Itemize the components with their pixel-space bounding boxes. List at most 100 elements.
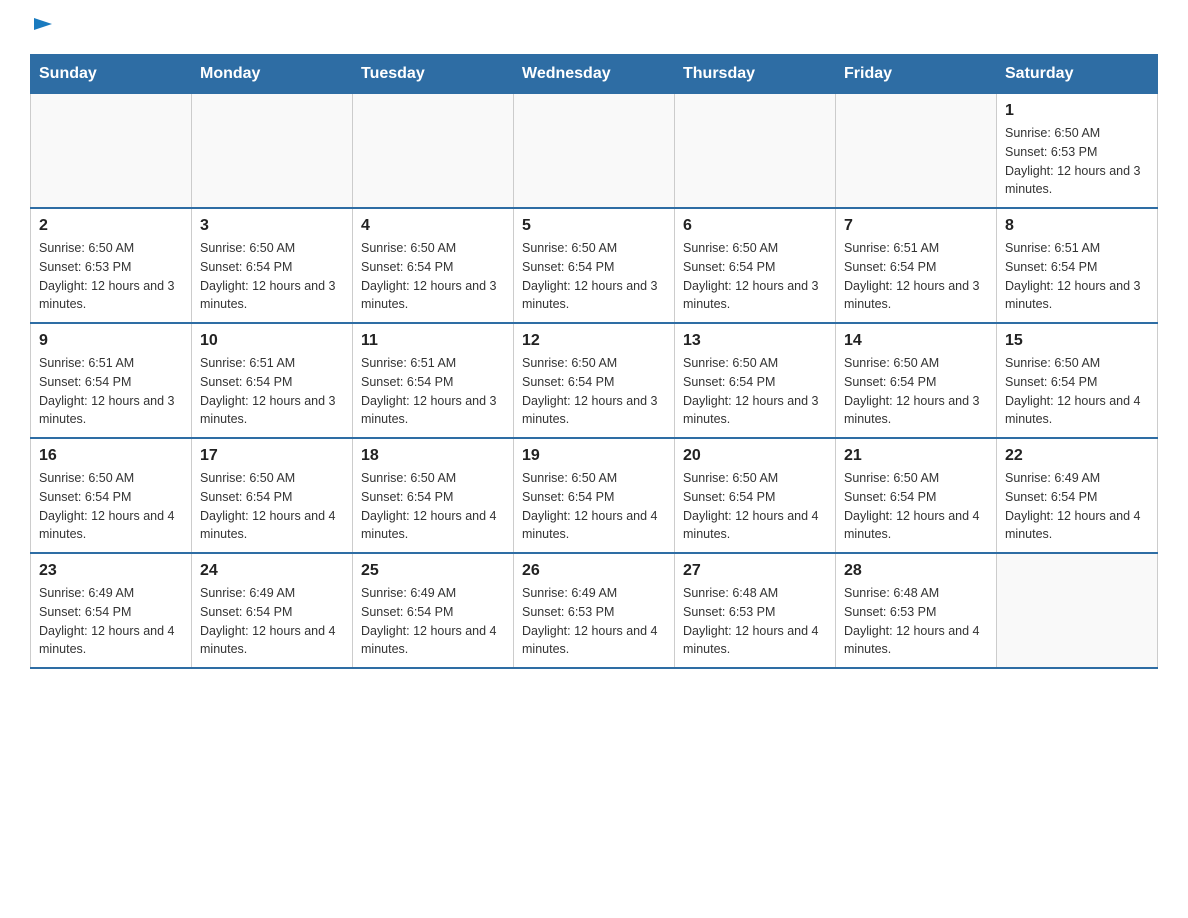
week-row-3: 9 Sunrise: 6:51 AMSunset: 6:54 PMDaylight… (31, 323, 1158, 438)
day-number: 27 (683, 562, 827, 580)
day-number: 21 (844, 447, 988, 465)
calendar-cell: 27 Sunrise: 6:48 AMSunset: 6:53 PMDayligh… (675, 553, 836, 668)
calendar-cell (836, 94, 997, 209)
day-number: 19 (522, 447, 666, 465)
calendar-cell: 12 Sunrise: 6:50 AMSunset: 6:54 PMDayligh… (514, 323, 675, 438)
week-row-5: 23 Sunrise: 6:49 AMSunset: 6:54 PMDayligh… (31, 553, 1158, 668)
day-info: Sunrise: 6:49 AMSunset: 6:54 PMDaylight:… (200, 584, 344, 659)
day-number: 11 (361, 332, 505, 350)
day-info: Sunrise: 6:50 AMSunset: 6:54 PMDaylight:… (200, 239, 344, 314)
calendar-body: 1 Sunrise: 6:50 AMSunset: 6:53 PMDaylight… (31, 94, 1158, 669)
day-info: Sunrise: 6:49 AMSunset: 6:54 PMDaylight:… (361, 584, 505, 659)
calendar-header: SundayMondayTuesdayWednesdayThursdayFrid… (31, 55, 1158, 94)
day-number: 8 (1005, 217, 1149, 235)
calendar-cell: 4Sunrise: 6:50 AMSunset: 6:54 PMDaylight… (353, 208, 514, 323)
calendar-cell (675, 94, 836, 209)
day-number: 10 (200, 332, 344, 350)
day-info: Sunrise: 6:48 AMSunset: 6:53 PMDaylight:… (844, 584, 988, 659)
calendar-cell (514, 94, 675, 209)
day-of-week-monday: Monday (192, 55, 353, 94)
day-number: 2 (39, 217, 183, 235)
calendar-cell: 7 Sunrise: 6:51 AMSunset: 6:54 PMDaylight… (836, 208, 997, 323)
day-number: 28 (844, 562, 988, 580)
calendar-cell: 23 Sunrise: 6:49 AMSunset: 6:54 PMDayligh… (31, 553, 192, 668)
day-info: Sunrise: 6:50 AMSunset: 6:54 PMDaylight:… (844, 469, 988, 544)
logo (30, 20, 54, 34)
day-info: Sunrise: 6:50 AMSunset: 6:53 PMDaylight:… (39, 239, 183, 314)
day-number: 22 (1005, 447, 1149, 465)
calendar-table: SundayMondayTuesdayWednesdayThursdayFrid… (30, 54, 1158, 669)
day-number: 14 (844, 332, 988, 350)
day-number: 1 (1005, 102, 1149, 120)
day-info: Sunrise: 6:51 AMSunset: 6:54 PMDaylight:… (39, 354, 183, 429)
day-info: Sunrise: 6:51 AMSunset: 6:54 PMDaylight:… (1005, 239, 1149, 314)
day-info: Sunrise: 6:49 AMSunset: 6:54 PMDaylight:… (1005, 469, 1149, 544)
calendar-cell: 3 Sunrise: 6:50 AMSunset: 6:54 PMDaylight… (192, 208, 353, 323)
day-number: 5 (522, 217, 666, 235)
calendar-cell: 21 Sunrise: 6:50 AMSunset: 6:54 PMDayligh… (836, 438, 997, 553)
calendar-cell (997, 553, 1158, 668)
calendar-cell: 24 Sunrise: 6:49 AMSunset: 6:54 PMDayligh… (192, 553, 353, 668)
calendar-cell: 5Sunrise: 6:50 AMSunset: 6:54 PMDaylight… (514, 208, 675, 323)
day-info: Sunrise: 6:51 AMSunset: 6:54 PMDaylight:… (200, 354, 344, 429)
day-info: Sunrise: 6:50 AMSunset: 6:54 PMDaylight:… (683, 239, 827, 314)
day-info: Sunrise: 6:49 AMSunset: 6:53 PMDaylight:… (522, 584, 666, 659)
calendar-cell: 22 Sunrise: 6:49 AMSunset: 6:54 PMDayligh… (997, 438, 1158, 553)
day-number: 6 (683, 217, 827, 235)
day-number: 23 (39, 562, 183, 580)
week-row-1: 1 Sunrise: 6:50 AMSunset: 6:53 PMDaylight… (31, 94, 1158, 209)
day-of-week-wednesday: Wednesday (514, 55, 675, 94)
day-number: 15 (1005, 332, 1149, 350)
day-info: Sunrise: 6:48 AMSunset: 6:53 PMDaylight:… (683, 584, 827, 659)
day-number: 17 (200, 447, 344, 465)
week-row-4: 16 Sunrise: 6:50 AMSunset: 6:54 PMDayligh… (31, 438, 1158, 553)
day-of-week-saturday: Saturday (997, 55, 1158, 94)
calendar-cell: 25 Sunrise: 6:49 AMSunset: 6:54 PMDayligh… (353, 553, 514, 668)
calendar-cell: 14 Sunrise: 6:50 AMSunset: 6:54 PMDayligh… (836, 323, 997, 438)
day-number: 26 (522, 562, 666, 580)
day-info: Sunrise: 6:49 AMSunset: 6:54 PMDaylight:… (39, 584, 183, 659)
day-of-week-thursday: Thursday (675, 55, 836, 94)
week-row-2: 2 Sunrise: 6:50 AMSunset: 6:53 PMDaylight… (31, 208, 1158, 323)
calendar-cell: 28 Sunrise: 6:48 AMSunset: 6:53 PMDayligh… (836, 553, 997, 668)
calendar-cell: 9 Sunrise: 6:51 AMSunset: 6:54 PMDaylight… (31, 323, 192, 438)
calendar-cell (192, 94, 353, 209)
calendar-cell: 26 Sunrise: 6:49 AMSunset: 6:53 PMDayligh… (514, 553, 675, 668)
day-number: 16 (39, 447, 183, 465)
day-of-week-tuesday: Tuesday (353, 55, 514, 94)
calendar-cell (31, 94, 192, 209)
day-info: Sunrise: 6:51 AMSunset: 6:54 PMDaylight:… (844, 239, 988, 314)
day-info: Sunrise: 6:50 AMSunset: 6:54 PMDaylight:… (844, 354, 988, 429)
calendar-cell: 19 Sunrise: 6:50 AMSunset: 6:54 PMDayligh… (514, 438, 675, 553)
day-info: Sunrise: 6:50 AMSunset: 6:54 PMDaylight:… (522, 354, 666, 429)
calendar-cell: 18Sunrise: 6:50 AMSunset: 6:54 PMDayligh… (353, 438, 514, 553)
page-header (30, 20, 1158, 34)
calendar-cell: 15 Sunrise: 6:50 AMSunset: 6:54 PMDayligh… (997, 323, 1158, 438)
day-info: Sunrise: 6:51 AMSunset: 6:54 PMDaylight:… (361, 354, 505, 429)
day-number: 3 (200, 217, 344, 235)
day-number: 24 (200, 562, 344, 580)
day-number: 9 (39, 332, 183, 350)
day-number: 18 (361, 447, 505, 465)
calendar-cell: 16 Sunrise: 6:50 AMSunset: 6:54 PMDayligh… (31, 438, 192, 553)
calendar-cell: 13Sunrise: 6:50 AMSunset: 6:54 PMDayligh… (675, 323, 836, 438)
day-number: 7 (844, 217, 988, 235)
calendar-cell (353, 94, 514, 209)
day-of-week-friday: Friday (836, 55, 997, 94)
calendar-cell: 2 Sunrise: 6:50 AMSunset: 6:53 PMDaylight… (31, 208, 192, 323)
calendar-cell: 1 Sunrise: 6:50 AMSunset: 6:53 PMDaylight… (997, 94, 1158, 209)
logo-flag-icon (32, 16, 54, 38)
day-info: Sunrise: 6:50 AMSunset: 6:54 PMDaylight:… (683, 469, 827, 544)
day-info: Sunrise: 6:50 AMSunset: 6:54 PMDaylight:… (522, 469, 666, 544)
day-info: Sunrise: 6:50 AMSunset: 6:53 PMDaylight:… (1005, 124, 1149, 199)
day-info: Sunrise: 6:50 AMSunset: 6:54 PMDaylight:… (1005, 354, 1149, 429)
day-number: 4 (361, 217, 505, 235)
day-number: 25 (361, 562, 505, 580)
day-of-week-sunday: Sunday (31, 55, 192, 94)
day-info: Sunrise: 6:50 AMSunset: 6:54 PMDaylight:… (200, 469, 344, 544)
calendar-cell: 6 Sunrise: 6:50 AMSunset: 6:54 PMDaylight… (675, 208, 836, 323)
day-info: Sunrise: 6:50 AMSunset: 6:54 PMDaylight:… (39, 469, 183, 544)
day-number: 12 (522, 332, 666, 350)
day-number: 20 (683, 447, 827, 465)
calendar-cell: 11 Sunrise: 6:51 AMSunset: 6:54 PMDayligh… (353, 323, 514, 438)
